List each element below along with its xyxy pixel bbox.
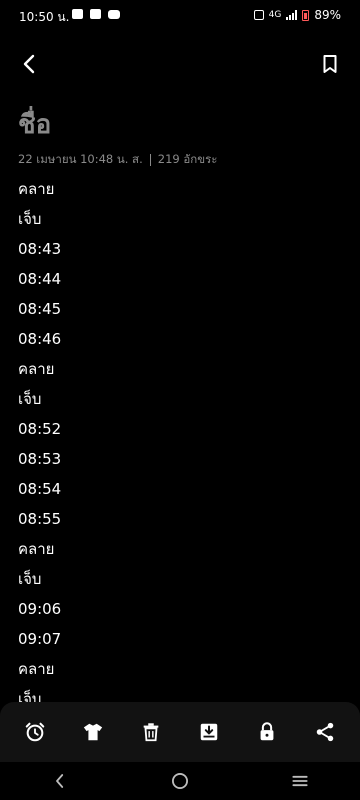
note-line: คลาย (18, 540, 55, 558)
battery-percent: 89% (314, 8, 341, 22)
save-to-device-button[interactable] (187, 710, 231, 754)
note-line: 08:53 (18, 450, 62, 468)
video-notification-icon (90, 9, 101, 19)
character-count: 219 อักขระ (157, 152, 218, 166)
theme-button[interactable] (71, 710, 115, 754)
note-line: คลาย (18, 660, 55, 678)
reminder-button[interactable] (13, 710, 57, 754)
lock-icon (260, 722, 274, 741)
note-line: 08:45 (18, 300, 62, 318)
note-line: คลาย (18, 180, 55, 198)
status-time: 10:50 น. (19, 10, 70, 24)
note-line: 08:44 (18, 270, 62, 288)
download-icon (200, 723, 218, 741)
alarm-icon (25, 722, 45, 742)
system-navigation-bar (0, 762, 360, 800)
note-line: 09:07 (18, 630, 62, 648)
lock-button[interactable] (245, 710, 289, 754)
nav-home-button[interactable] (156, 766, 204, 796)
network-type: 4G (268, 10, 282, 20)
home-icon (172, 773, 188, 789)
status-bar: 10:50 น. 4G 89% (0, 0, 360, 30)
trash-icon (143, 723, 159, 742)
nav-recents-button[interactable] (276, 766, 324, 796)
note-line: 08:43 (18, 240, 62, 258)
nav-back-button[interactable] (36, 766, 84, 796)
app-notification-icon (72, 9, 83, 19)
meta-divider (149, 154, 151, 166)
recents-icon (292, 775, 308, 787)
note-line: เจ็บ (18, 570, 42, 588)
bookmark-icon (323, 55, 337, 73)
note-line: 08:46 (18, 330, 62, 348)
note-line: คลาย (18, 360, 55, 378)
note-line: 08:55 (18, 510, 62, 528)
share-button[interactable] (303, 710, 347, 754)
back-button[interactable] (18, 52, 42, 76)
note-title[interactable]: ชื่อ (18, 108, 51, 142)
shirt-icon (83, 723, 103, 741)
signal-icon (286, 10, 298, 20)
note-body[interactable]: คลาย เจ็บ 08:43 08:44 08:45 08:46 คลาย เ… (18, 174, 338, 708)
note-line: เจ็บ (18, 390, 42, 408)
bookmark-button[interactable] (318, 52, 342, 76)
note-meta: 22 เมษายน 10:48 น. ส. 219 อักขระ (18, 151, 217, 169)
nav-back-icon (56, 774, 64, 788)
note-line: 08:52 (18, 420, 62, 438)
vibrate-icon (253, 10, 264, 20)
battery-icon (302, 9, 310, 21)
note-line: 09:06 (18, 600, 62, 618)
note-date: 22 เมษายน 10:48 น. ส. (18, 152, 143, 166)
youtube-icon (108, 9, 120, 19)
bottom-toolbar (0, 702, 360, 762)
note-line: เจ็บ (18, 210, 42, 228)
share-icon (316, 722, 334, 742)
delete-button[interactable] (129, 710, 173, 754)
chevron-left-icon (23, 54, 35, 74)
note-line: 08:54 (18, 480, 62, 498)
